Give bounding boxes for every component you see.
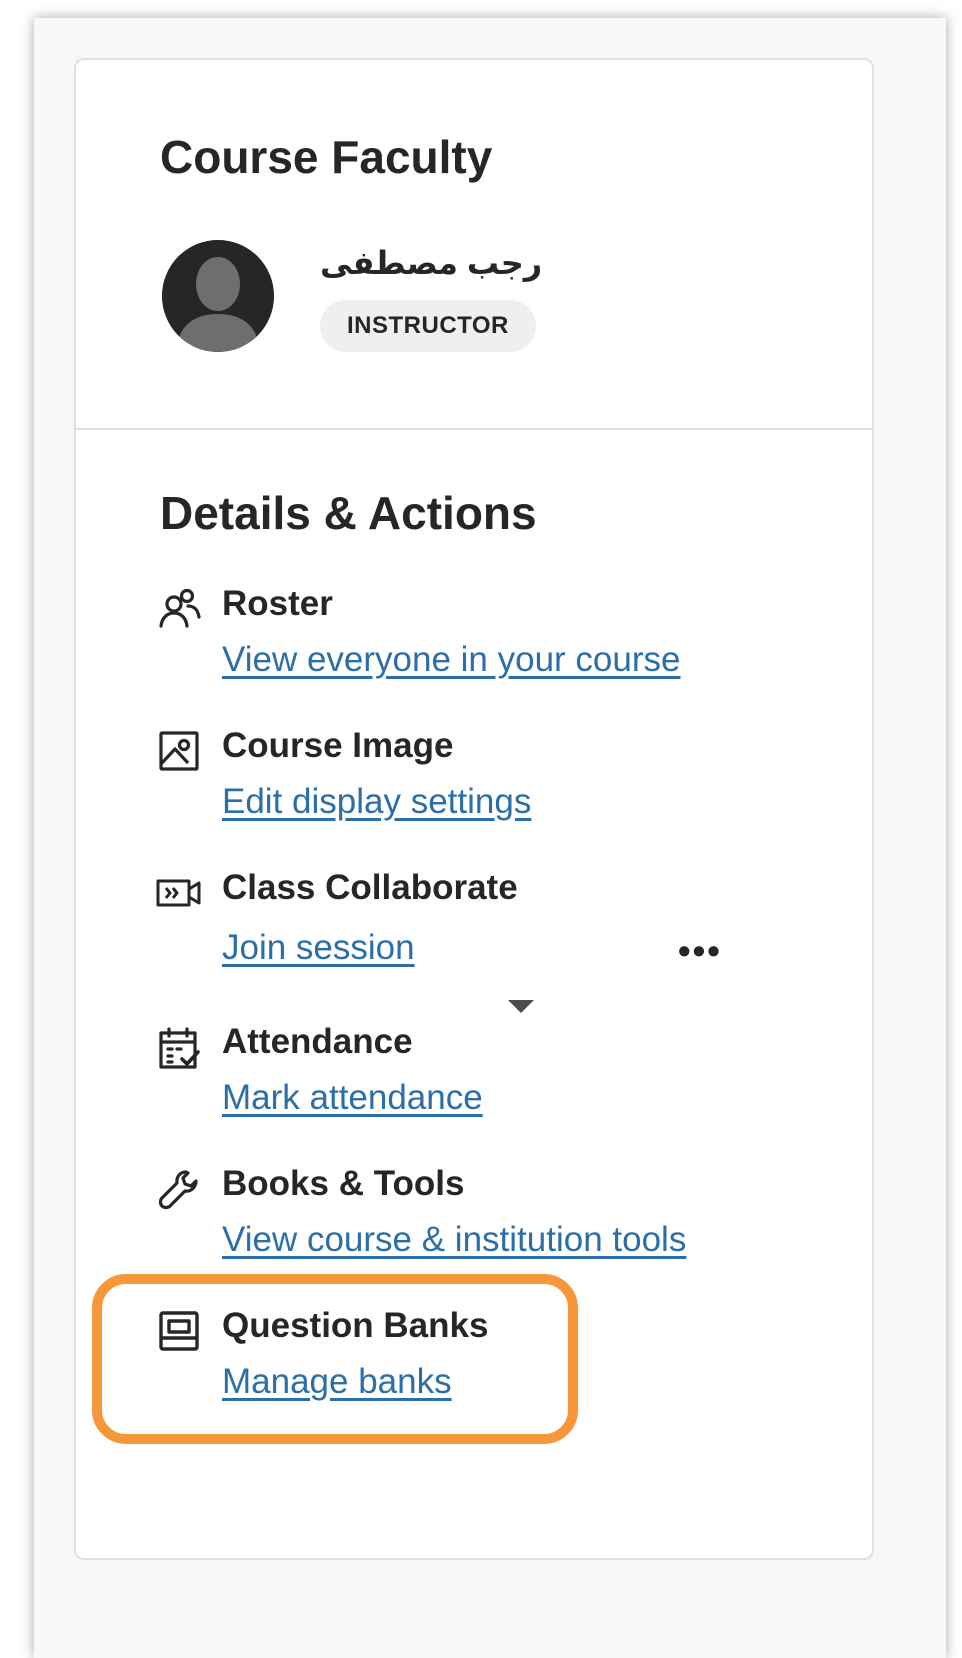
- view-roster-link[interactable]: View everyone in your course: [222, 640, 681, 680]
- calendar-check-icon: [158, 1026, 204, 1072]
- edit-display-settings-link[interactable]: Edit display settings: [222, 782, 531, 822]
- image-icon: [158, 730, 204, 776]
- course-faculty-section: Course Faculty رجب مصطفى INSTRUCTOR: [76, 60, 872, 430]
- view-tools-link[interactable]: View course & institution tools: [222, 1220, 686, 1260]
- join-session-link[interactable]: Join session: [222, 928, 415, 968]
- roster-people-icon: [158, 586, 204, 632]
- manage-banks-link[interactable]: Manage banks: [222, 1362, 452, 1402]
- details-actions-heading: Details & Actions: [160, 487, 537, 539]
- course-faculty-heading: Course Faculty: [160, 131, 493, 183]
- question-bank-icon: [158, 1310, 204, 1356]
- instructor-name[interactable]: رجب مصطفى: [320, 244, 542, 282]
- more-options-icon[interactable]: •••: [678, 933, 722, 969]
- avatar[interactable]: [162, 240, 274, 352]
- mark-attendance-link[interactable]: Mark attendance: [222, 1078, 483, 1118]
- roster-title: Roster: [222, 584, 333, 623]
- course-info-card: Course Faculty رجب مصطفى INSTRUCTOR Deta…: [74, 58, 874, 1560]
- role-badge: INSTRUCTOR: [320, 300, 536, 352]
- course-image-title: Course Image: [222, 726, 454, 765]
- question-banks-title: Question Banks: [222, 1306, 489, 1345]
- user-silhouette-icon: [162, 240, 274, 352]
- chevron-down-icon[interactable]: [508, 1000, 534, 1013]
- books-tools-title: Books & Tools: [222, 1164, 465, 1203]
- video-collaborate-icon: [156, 878, 202, 924]
- class-collaborate-title: Class Collaborate: [222, 868, 518, 907]
- attendance-title: Attendance: [222, 1022, 413, 1061]
- wrench-icon: [158, 1168, 204, 1214]
